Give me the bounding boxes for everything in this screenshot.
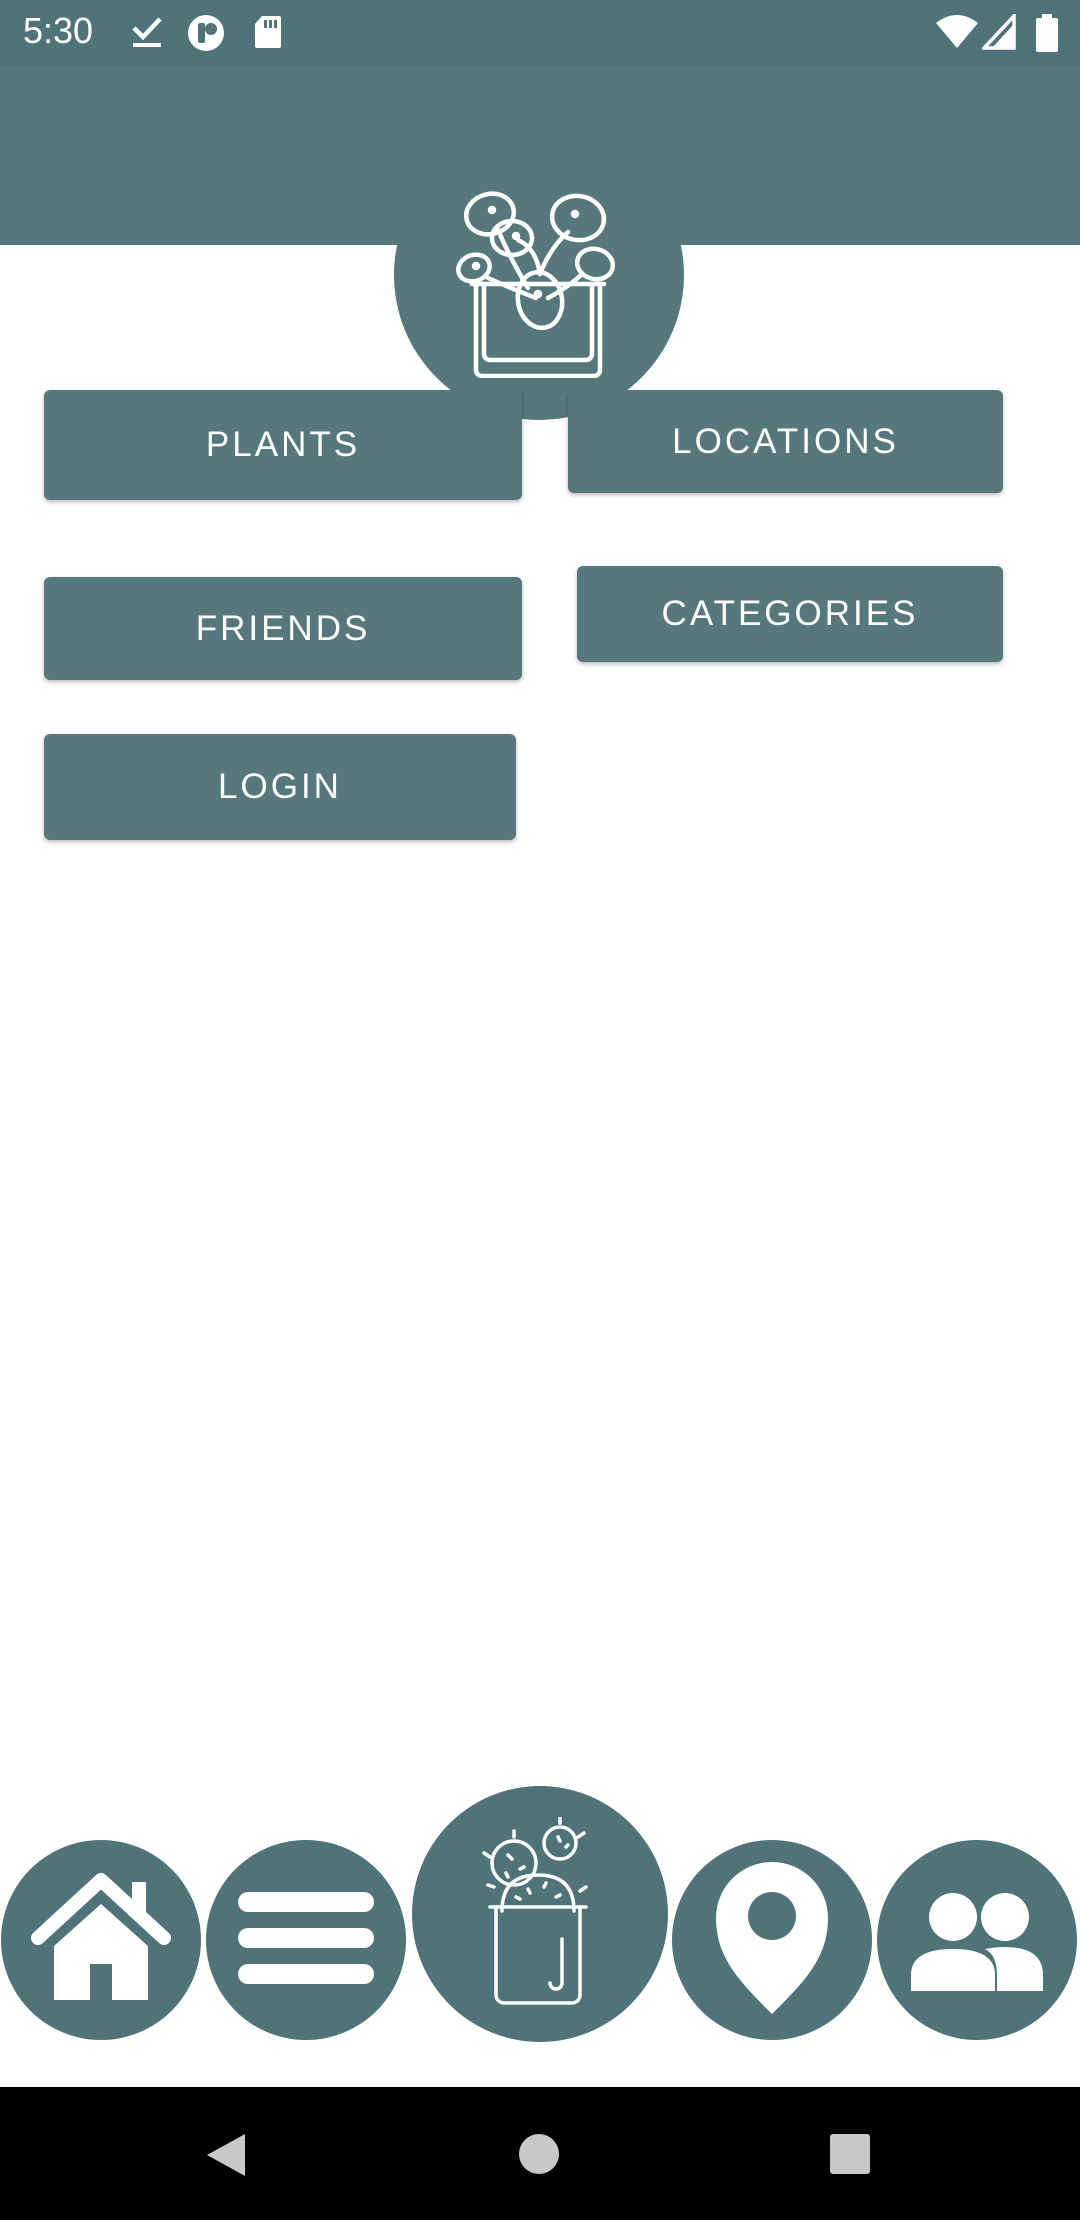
back-icon[interactable]: [205, 2132, 247, 2183]
login-button[interactable]: LOGIN: [44, 734, 516, 840]
download-done-icon: [130, 14, 164, 55]
nav-menu-button[interactable]: [206, 1840, 406, 2040]
nav-plants-button[interactable]: [412, 1786, 668, 2042]
battery-icon: [1036, 14, 1058, 57]
categories-button[interactable]: CATEGORIES: [577, 566, 1003, 662]
app-screen: 5:30 PLANTS LOCATIONS FRIENDS CATEGORIES…: [0, 0, 1080, 2220]
potted-plant-icon: [440, 178, 640, 383]
system-navigation-bar: [0, 2087, 1080, 2220]
home-circle-icon[interactable]: [518, 2133, 560, 2180]
locations-button[interactable]: LOCATIONS: [568, 390, 1003, 493]
plants-button[interactable]: PLANTS: [44, 390, 522, 500]
people-icon: [909, 1883, 1045, 1998]
app-header: [0, 66, 1080, 420]
recents-icon[interactable]: [829, 2133, 871, 2180]
app-badge-icon: [187, 14, 225, 57]
wifi-icon: [935, 14, 979, 55]
sd-card-icon: [253, 14, 283, 55]
menu-icon: [238, 1888, 374, 1993]
cactus-icon: [480, 1814, 600, 2012]
location-pin-icon: [712, 1858, 832, 2023]
friends-button[interactable]: FRIENDS: [44, 577, 522, 680]
nav-locations-button[interactable]: [672, 1840, 872, 2040]
status-bar: 5:30: [0, 0, 1080, 66]
home-icon: [26, 1868, 176, 2013]
signal-icon: [979, 11, 1016, 55]
status-time: 5:30: [23, 10, 94, 51]
nav-home-button[interactable]: [1, 1840, 201, 2040]
nav-friends-button[interactable]: [877, 1840, 1077, 2040]
